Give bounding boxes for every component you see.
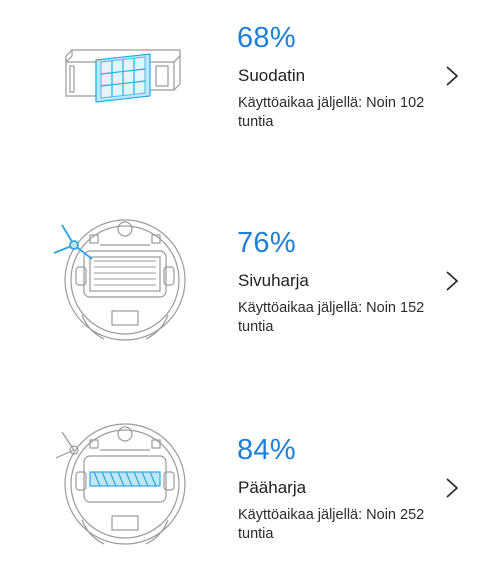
filter-name: Suodatin [238,66,306,85]
filter-icon [65,49,181,103]
main-brush-name: Pääharja [238,478,307,497]
chevron-right-icon[interactable] [444,270,460,292]
side-brush-percent: 76% [237,227,296,259]
filter-percent: 68% [237,22,296,54]
chevron-right-icon[interactable] [444,477,460,499]
side-brush-remaining-time: Käyttöaikaa jäljellä: Noin 152 tuntia [238,300,425,335]
side-brush-icon [53,219,186,341]
main-brush-percent: 84% [237,434,296,466]
filter-remaining-time: Käyttöaikaa jäljellä: Noin 102 tuntia [238,95,425,130]
consumable-item-filter[interactable]: 68% Suodatin Käyttöaikaa jäljellä: Noin … [0,10,487,170]
side-brush-name: Sivuharja [238,271,309,290]
main-brush-remaining-time: Käyttöaikaa jäljellä: Noin 252 tuntia [238,507,425,542]
main-brush-icon [55,423,186,545]
chevron-right-icon[interactable] [444,65,460,87]
consumable-item-side-brush[interactable]: 76% Sivuharja Käyttöaikaa jäljellä: Noin… [0,215,487,375]
consumable-item-main-brush[interactable]: 84% Pääharja Käyttöaikaa jäljellä: Noin … [0,422,487,582]
